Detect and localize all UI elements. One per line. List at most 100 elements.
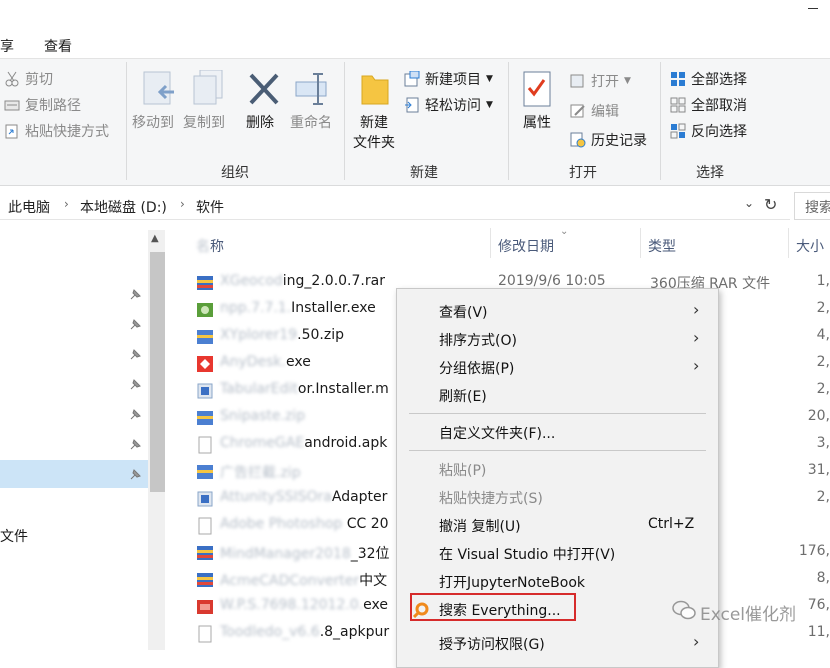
new-item-icon bbox=[404, 70, 420, 87]
new-folder-line2[interactable]: 文件夹 bbox=[353, 132, 395, 152]
menu-item-open-visual-studio[interactable]: 在 Visual Studio 中打开(V) bbox=[397, 540, 718, 568]
menu-item-view[interactable]: 查看(V) › bbox=[397, 298, 718, 326]
pin-icon[interactable] bbox=[128, 408, 142, 422]
pin-icon[interactable] bbox=[128, 288, 142, 302]
menu-item-label: 粘贴快捷方式(S) bbox=[439, 491, 543, 507]
navigation-pane bbox=[0, 230, 148, 650]
file-name: W.P.S.7698.12012.0.exe bbox=[220, 597, 388, 613]
pin-icon[interactable] bbox=[128, 468, 142, 482]
file-name-visible: .8_apkpur bbox=[319, 624, 390, 640]
breadcrumb-drive-d[interactable]: 本地磁盘 (D:) bbox=[80, 197, 167, 217]
menu-separator bbox=[409, 450, 706, 451]
scroll-up-icon[interactable]: ▲ bbox=[151, 233, 159, 244]
zip-icon bbox=[196, 463, 214, 481]
column-divider[interactable] bbox=[490, 228, 491, 258]
scrollbar-thumb[interactable] bbox=[150, 252, 165, 492]
menu-item-customize[interactable]: 自定义文件夹(F)... bbox=[397, 419, 718, 447]
history-button[interactable]: 历史记录 bbox=[570, 130, 647, 150]
delete-x-icon bbox=[248, 72, 280, 106]
file-name-visible: ing_2.0.0.7.rar bbox=[282, 273, 385, 289]
menu-item-group[interactable]: 分组依据(P) › bbox=[397, 354, 718, 382]
zip-icon bbox=[196, 328, 214, 346]
menu-item-sort[interactable]: 排序方式(O) › bbox=[397, 326, 718, 354]
nav-item-files[interactable]: 文件 bbox=[0, 526, 28, 546]
tab-share[interactable]: 享 bbox=[0, 36, 14, 56]
menu-item-label: 分组依据(P) bbox=[439, 361, 515, 377]
new-group-label: 新建 bbox=[410, 165, 438, 181]
properties-button[interactable]: 属性 bbox=[523, 112, 551, 132]
menu-item-label: 打开JupyterNoteBook bbox=[439, 575, 586, 591]
wechat-icon bbox=[672, 600, 696, 625]
menu-item-open-jupyter[interactable]: 打开JupyterNoteBook bbox=[397, 568, 718, 596]
menu-item-refresh[interactable]: 刷新(E) bbox=[397, 382, 718, 410]
pin-icon[interactable] bbox=[128, 318, 142, 332]
paste-shortcut-label: 粘贴快捷方式 bbox=[25, 124, 109, 140]
column-header-name[interactable]: 名称 bbox=[196, 236, 224, 256]
search-input[interactable]: 搜索 bbox=[794, 192, 830, 220]
select-none-button[interactable]: 全部取消 bbox=[670, 95, 747, 115]
minimize-icon[interactable] bbox=[808, 8, 818, 9]
breadcrumb-software[interactable]: 软件 bbox=[196, 197, 224, 217]
menu-item-paste[interactable]: 粘贴(P) bbox=[397, 456, 718, 484]
delete-button[interactable]: 删除 bbox=[246, 112, 274, 132]
cut-label: 剪切 bbox=[25, 72, 53, 88]
select-all-button[interactable]: 全部选择 bbox=[670, 69, 747, 89]
new-folder-line1[interactable]: 新建 bbox=[360, 112, 388, 132]
file-name-visible: android.apk bbox=[304, 435, 388, 451]
column-divider[interactable] bbox=[640, 228, 641, 258]
rename-icon bbox=[294, 72, 334, 106]
tab-view[interactable]: 查看 bbox=[44, 36, 72, 56]
copy-to-icon bbox=[190, 69, 228, 110]
column-divider[interactable] bbox=[788, 228, 789, 258]
copy-path-button[interactable]: 复制路径 bbox=[4, 95, 81, 115]
file-name-visible: 中文 bbox=[359, 573, 388, 589]
column-header-type[interactable]: 类型 bbox=[648, 236, 676, 256]
dropdown-arrow-icon: ▼ bbox=[486, 100, 493, 110]
paste-shortcut-button[interactable]: 粘贴快捷方式 bbox=[4, 121, 109, 141]
open-button[interactable]: 打开 ▼ bbox=[570, 71, 631, 91]
shortcut-label: Ctrl+Z bbox=[648, 516, 695, 532]
group-divider bbox=[660, 62, 661, 180]
file-name: npp.7.7.1.Installer.exe bbox=[220, 300, 376, 316]
menu-item-label: 查看(V) bbox=[439, 305, 488, 321]
pin-icon[interactable] bbox=[128, 378, 142, 392]
pin-icon[interactable] bbox=[128, 438, 142, 452]
apk-icon bbox=[196, 436, 214, 454]
pin-icon[interactable] bbox=[128, 348, 142, 362]
menu-item-paste-shortcut[interactable]: 粘贴快捷方式(S) bbox=[397, 484, 718, 512]
copy-to-button[interactable]: 复制到 bbox=[183, 112, 225, 132]
menu-item-undo-copy[interactable]: 撤消 复制(U) Ctrl+Z bbox=[397, 512, 718, 540]
move-to-button[interactable]: 移动到 bbox=[132, 112, 174, 132]
file-name-visible: _32位 bbox=[350, 546, 390, 562]
file-name: XGeocoding_2.0.0.7.rar bbox=[220, 273, 385, 289]
column-header-size[interactable]: 大小 bbox=[796, 236, 824, 256]
file-size: 2, bbox=[816, 381, 830, 397]
menu-item-grant-access[interactable]: 授予访问权限(G) › bbox=[397, 630, 718, 658]
rename-button[interactable]: 重命名 bbox=[290, 112, 332, 132]
chevron-down-icon[interactable]: ⌄ bbox=[744, 196, 754, 210]
menu-item-label: 自定义文件夹(F)... bbox=[439, 426, 556, 442]
edit-button[interactable]: 编辑 bbox=[570, 101, 619, 121]
column-header-date[interactable]: 修改日期 bbox=[498, 236, 554, 256]
file-size: 3, bbox=[816, 435, 830, 451]
file-name: MindManager2018_32位 bbox=[220, 543, 390, 563]
nav-selected-item[interactable] bbox=[0, 460, 148, 488]
menu-separator bbox=[409, 413, 706, 414]
easy-access-icon bbox=[404, 97, 420, 113]
rar-icon bbox=[196, 544, 214, 562]
new-item-button[interactable]: 新建项目 ▼ bbox=[404, 69, 493, 89]
scissors-icon bbox=[4, 71, 20, 87]
chevron-right-icon: › bbox=[693, 632, 700, 651]
rar-icon bbox=[196, 571, 214, 589]
refresh-icon[interactable]: ↻ bbox=[764, 195, 777, 214]
move-to-icon bbox=[140, 70, 178, 110]
easy-access-button[interactable]: 轻松访问 ▼ bbox=[404, 95, 493, 115]
file-name-hidden: AttunitySSISOra bbox=[220, 489, 332, 505]
chevron-right-icon[interactable]: › bbox=[64, 197, 69, 211]
invert-selection-button[interactable]: 反向选择 bbox=[670, 121, 747, 141]
breadcrumb-this-pc[interactable]: 此电脑 bbox=[8, 197, 50, 217]
file-name-visible: Installer.exe bbox=[291, 300, 376, 316]
easy-access-label: 轻松访问 bbox=[425, 98, 481, 114]
chevron-right-icon[interactable]: › bbox=[180, 197, 185, 211]
cut-button[interactable]: 剪切 bbox=[4, 69, 53, 89]
